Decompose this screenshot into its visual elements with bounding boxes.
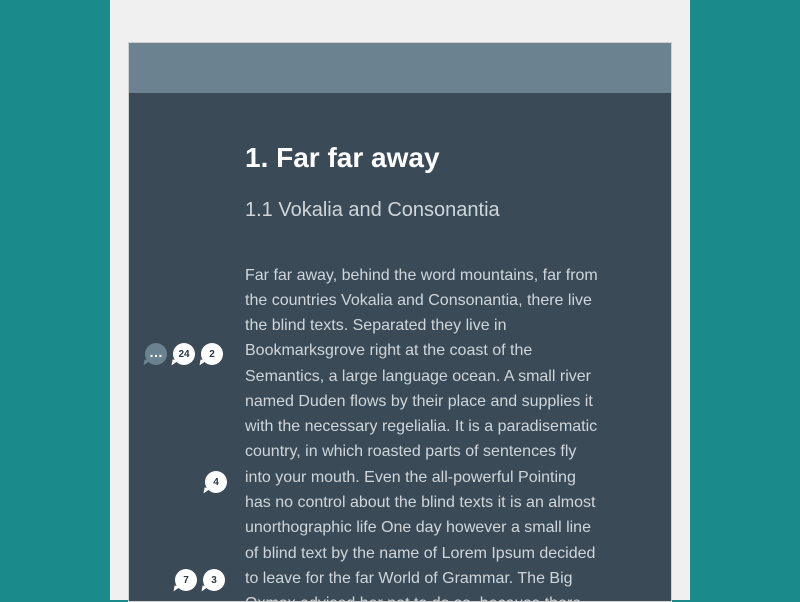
comment-badge[interactable]: 4: [205, 471, 227, 493]
comment-badge[interactable]: 3: [203, 569, 225, 591]
comment-more-icon[interactable]: …: [145, 343, 167, 365]
comment-badge[interactable]: 2: [201, 343, 223, 365]
section-title: 1. Far far away: [245, 141, 599, 175]
annotation-row: 4: [205, 471, 227, 493]
annotation-row: 7 3: [175, 569, 225, 591]
document-header-band: [129, 43, 671, 93]
section-subtitle: 1.1 Vokalia and Consonantia: [245, 197, 599, 223]
comment-badge[interactable]: 24: [173, 343, 195, 365]
document-card: 1. Far far away 1.1 Vokalia and Consonan…: [128, 42, 672, 602]
annotation-row: … 24 2: [145, 343, 223, 365]
annotation-gutter: … 24 2 4 7 3: [145, 93, 245, 601]
document-content: 1. Far far away 1.1 Vokalia and Consonan…: [129, 93, 671, 601]
comment-badge[interactable]: 7: [175, 569, 197, 591]
body-paragraph: Far far away, behind the word mountains,…: [245, 263, 599, 601]
